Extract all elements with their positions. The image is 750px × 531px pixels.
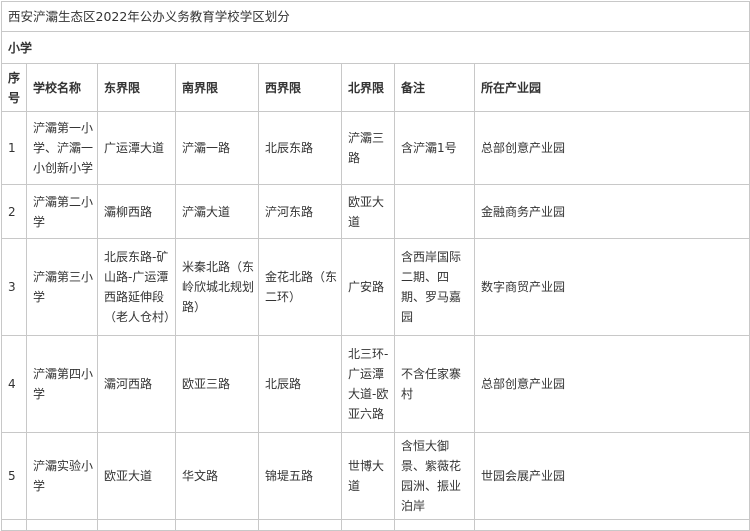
cell-west: 北辰路 [258, 335, 342, 433]
cell-no: 2 [1, 184, 27, 239]
page: 西安浐灞生态区2022年公办义务教育学校学区划分 小学 序号 学校名称 东界限 … [0, 0, 750, 531]
cell-park: 数字商贸产业园 [473, 238, 750, 336]
cell-empty [473, 519, 750, 531]
cell-south: 欧亚三路 [175, 335, 259, 433]
cell-no: 5 [1, 432, 27, 520]
header-no: 序号 [1, 63, 27, 112]
cell-north: 北三环-广运潭大道-欧亚六路 [341, 335, 395, 433]
cell-empty [394, 519, 475, 531]
cell-east: 北辰东路-矿山路-广运潭西路延伸段（老人仓村） [97, 238, 176, 336]
cell-east: 灞柳西路 [97, 184, 176, 239]
table-row: 4 浐灞第四小学 灞河西路 欧亚三路 北辰路 北三环-广运潭大道-欧亚六路 不含… [1, 335, 750, 433]
cell-park: 总部创意产业园 [473, 335, 750, 433]
cell-west: 北辰东路 [258, 111, 342, 185]
table-title: 西安浐灞生态区2022年公办义务教育学校学区划分 [0, 1, 750, 32]
cell-empty [258, 519, 342, 531]
cell-west: 锦堤五路 [258, 432, 342, 520]
cell-empty [341, 519, 395, 531]
header-park: 所在产业园 [473, 63, 750, 112]
cell-south: 华文路 [175, 432, 259, 520]
section-row: 小学 [0, 31, 750, 64]
cell-note: 含西岸国际二期、四期、罗马嘉园 [394, 238, 475, 336]
table-row: 3 浐灞第三小学 北辰东路-矿山路-广运潭西路延伸段（老人仓村） 米秦北路（东岭… [1, 238, 750, 336]
cell-west: 金花北路（东二环） [258, 238, 342, 336]
cell-north: 广安路 [341, 238, 395, 336]
cell-south: 浐灞大道 [175, 184, 259, 239]
cell-north: 浐灞三路 [341, 111, 395, 185]
cell-school: 浐灞第四小学 [26, 335, 98, 433]
table-row: 2 浐灞第二小学 灞柳西路 浐灞大道 浐河东路 欧亚大道 金融商务产业园 [1, 184, 750, 239]
cell-east: 欧亚大道 [97, 432, 176, 520]
title-row: 西安浐灞生态区2022年公办义务教育学校学区划分 [0, 1, 750, 32]
header-school: 学校名称 [26, 63, 98, 112]
cell-park: 金融商务产业园 [473, 184, 750, 239]
cell-empty [97, 519, 176, 531]
cell-east: 广运潭大道 [97, 111, 176, 185]
cell-school: 浐灞第一小学、浐灞一小创新小学 [26, 111, 98, 185]
cell-no: 1 [1, 111, 27, 185]
table-row-partial [1, 519, 750, 531]
cell-school: 浐灞实验小学 [26, 432, 98, 520]
cell-south: 米秦北路（东岭欣城北规划路） [175, 238, 259, 336]
cell-school: 浐灞第二小学 [26, 184, 98, 239]
table-row: 1 浐灞第一小学、浐灞一小创新小学 广运潭大道 浐灞一路 北辰东路 浐灞三路 含… [1, 111, 750, 185]
header-row: 序号 学校名称 东界限 南界限 西界限 北界限 备注 所在产业园 [1, 63, 750, 112]
cell-note [394, 184, 475, 239]
cell-no: 4 [1, 335, 27, 433]
cell-note: 不含任家寨村 [394, 335, 475, 433]
header-east: 东界限 [97, 63, 176, 112]
cell-north: 欧亚大道 [341, 184, 395, 239]
section-label: 小学 [0, 31, 750, 64]
cell-north: 世博大道 [341, 432, 395, 520]
cell-empty [1, 519, 27, 531]
table-row: 5 浐灞实验小学 欧亚大道 华文路 锦堤五路 世博大道 含恒大御景、紫薇花园洲、… [1, 432, 750, 520]
district-table: 西安浐灞生态区2022年公办义务教育学校学区划分 小学 序号 学校名称 东界限 … [0, 1, 750, 531]
header-north: 北界限 [341, 63, 395, 112]
cell-empty [26, 519, 98, 531]
cell-note: 含恒大御景、紫薇花园洲、振业泊岸 [394, 432, 475, 520]
cell-park: 世园会展产业园 [473, 432, 750, 520]
cell-west: 浐河东路 [258, 184, 342, 239]
cell-empty [175, 519, 259, 531]
cell-park: 总部创意产业园 [473, 111, 750, 185]
cell-note: 含浐灞1号 [394, 111, 475, 185]
cell-east: 灞河西路 [97, 335, 176, 433]
header-west: 西界限 [258, 63, 342, 112]
header-note: 备注 [394, 63, 475, 112]
cell-school: 浐灞第三小学 [26, 238, 98, 336]
cell-no: 3 [1, 238, 27, 336]
header-south: 南界限 [175, 63, 259, 112]
cell-south: 浐灞一路 [175, 111, 259, 185]
